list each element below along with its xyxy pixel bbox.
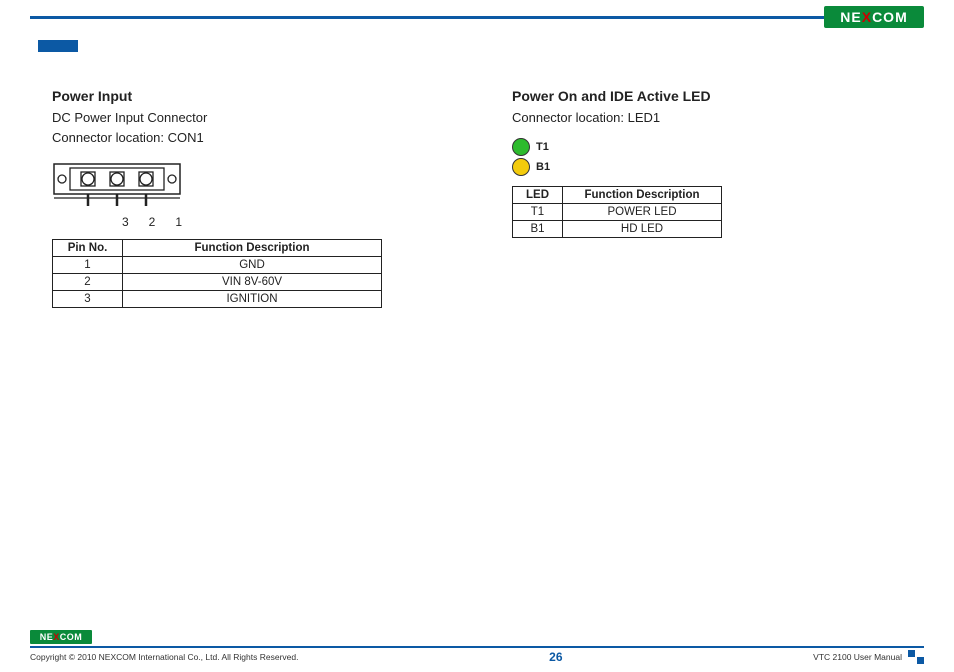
pin-th-desc: Function Description	[123, 240, 382, 257]
led-diagram: T1 B1	[512, 138, 912, 176]
cell: T1	[513, 204, 563, 221]
footer-right: VTC 2100 User Manual	[813, 650, 924, 664]
brand-post: COM	[60, 632, 83, 642]
right-column: Power On and IDE Active LED Connector lo…	[512, 88, 912, 308]
brand-pre: NE	[840, 9, 861, 25]
cell: 1	[53, 257, 123, 274]
pin-label-1: 1	[175, 215, 182, 229]
footer-brand-logo: NEXCOM	[30, 630, 92, 644]
brand-logo: NEXCOM	[824, 6, 924, 28]
led-yellow-icon	[512, 158, 530, 176]
pin-label-2: 2	[149, 215, 156, 229]
led-section-title: Power On and IDE Active LED	[512, 88, 912, 104]
page-footer: NEXCOM Copyright © 2010 NEXCOM Internati…	[30, 627, 924, 664]
footer-row: Copyright © 2010 NEXCOM International Co…	[30, 650, 924, 664]
cell: VIN 8V-60V	[123, 274, 382, 291]
pin-table: Pin No. Function Description 1 GND 2 VIN…	[52, 239, 382, 308]
table-header-row: Pin No. Function Description	[53, 240, 382, 257]
table-row: 2 VIN 8V-60V	[53, 274, 382, 291]
led-th-desc: Function Description	[563, 187, 722, 204]
led-label-b1: B1	[536, 161, 550, 173]
cell: 3	[53, 291, 123, 308]
footer-rule	[30, 646, 924, 648]
pin-th-no: Pin No.	[53, 240, 123, 257]
led-green-icon	[512, 138, 530, 156]
led-th-id: LED	[513, 187, 563, 204]
brand-post: COM	[872, 9, 908, 25]
brand-logo-text: NEXCOM	[840, 9, 907, 25]
table-header-row: LED Function Description	[513, 187, 722, 204]
document-page: NEXCOM Power Input DC Power Input Connec…	[0, 0, 954, 672]
copyright-text: Copyright © 2010 NEXCOM International Co…	[30, 652, 298, 662]
footer-deco-icon	[908, 650, 924, 664]
table-row: T1 POWER LED	[513, 204, 722, 221]
power-input-sub2: Connector location: CON1	[52, 128, 452, 148]
content-body: Power Input DC Power Input Connector Con…	[52, 88, 914, 308]
led-label-t1: T1	[536, 141, 549, 153]
cell: HD LED	[563, 221, 722, 238]
table-row: 1 GND	[53, 257, 382, 274]
led-table: LED Function Description T1 POWER LED B1…	[512, 186, 722, 238]
header-rule	[30, 16, 924, 19]
cell: IGNITION	[123, 291, 382, 308]
table-row: B1 HD LED	[513, 221, 722, 238]
table-row: 3 IGNITION	[53, 291, 382, 308]
pin-number-labels: 1 2 3	[62, 215, 182, 229]
cell: 2	[53, 274, 123, 291]
cell: GND	[123, 257, 382, 274]
connector-svg-icon	[52, 158, 192, 210]
brand-pre: NE	[40, 632, 54, 642]
cell: POWER LED	[563, 204, 722, 221]
cell: B1	[513, 221, 563, 238]
connector-diagram: 1 2 3	[52, 158, 452, 229]
power-input-sub1: DC Power Input Connector	[52, 108, 452, 128]
doc-title: VTC 2100 User Manual	[813, 652, 902, 662]
pin-label-3: 3	[122, 215, 129, 229]
power-input-title: Power Input	[52, 88, 452, 104]
brand-x: X	[862, 9, 872, 25]
led-section-sub: Connector location: LED1	[512, 108, 912, 128]
led-row-t1: T1	[512, 138, 912, 156]
led-row-b1: B1	[512, 158, 912, 176]
header-tab	[38, 40, 78, 52]
left-column: Power Input DC Power Input Connector Con…	[52, 88, 452, 308]
page-number: 26	[549, 650, 562, 664]
